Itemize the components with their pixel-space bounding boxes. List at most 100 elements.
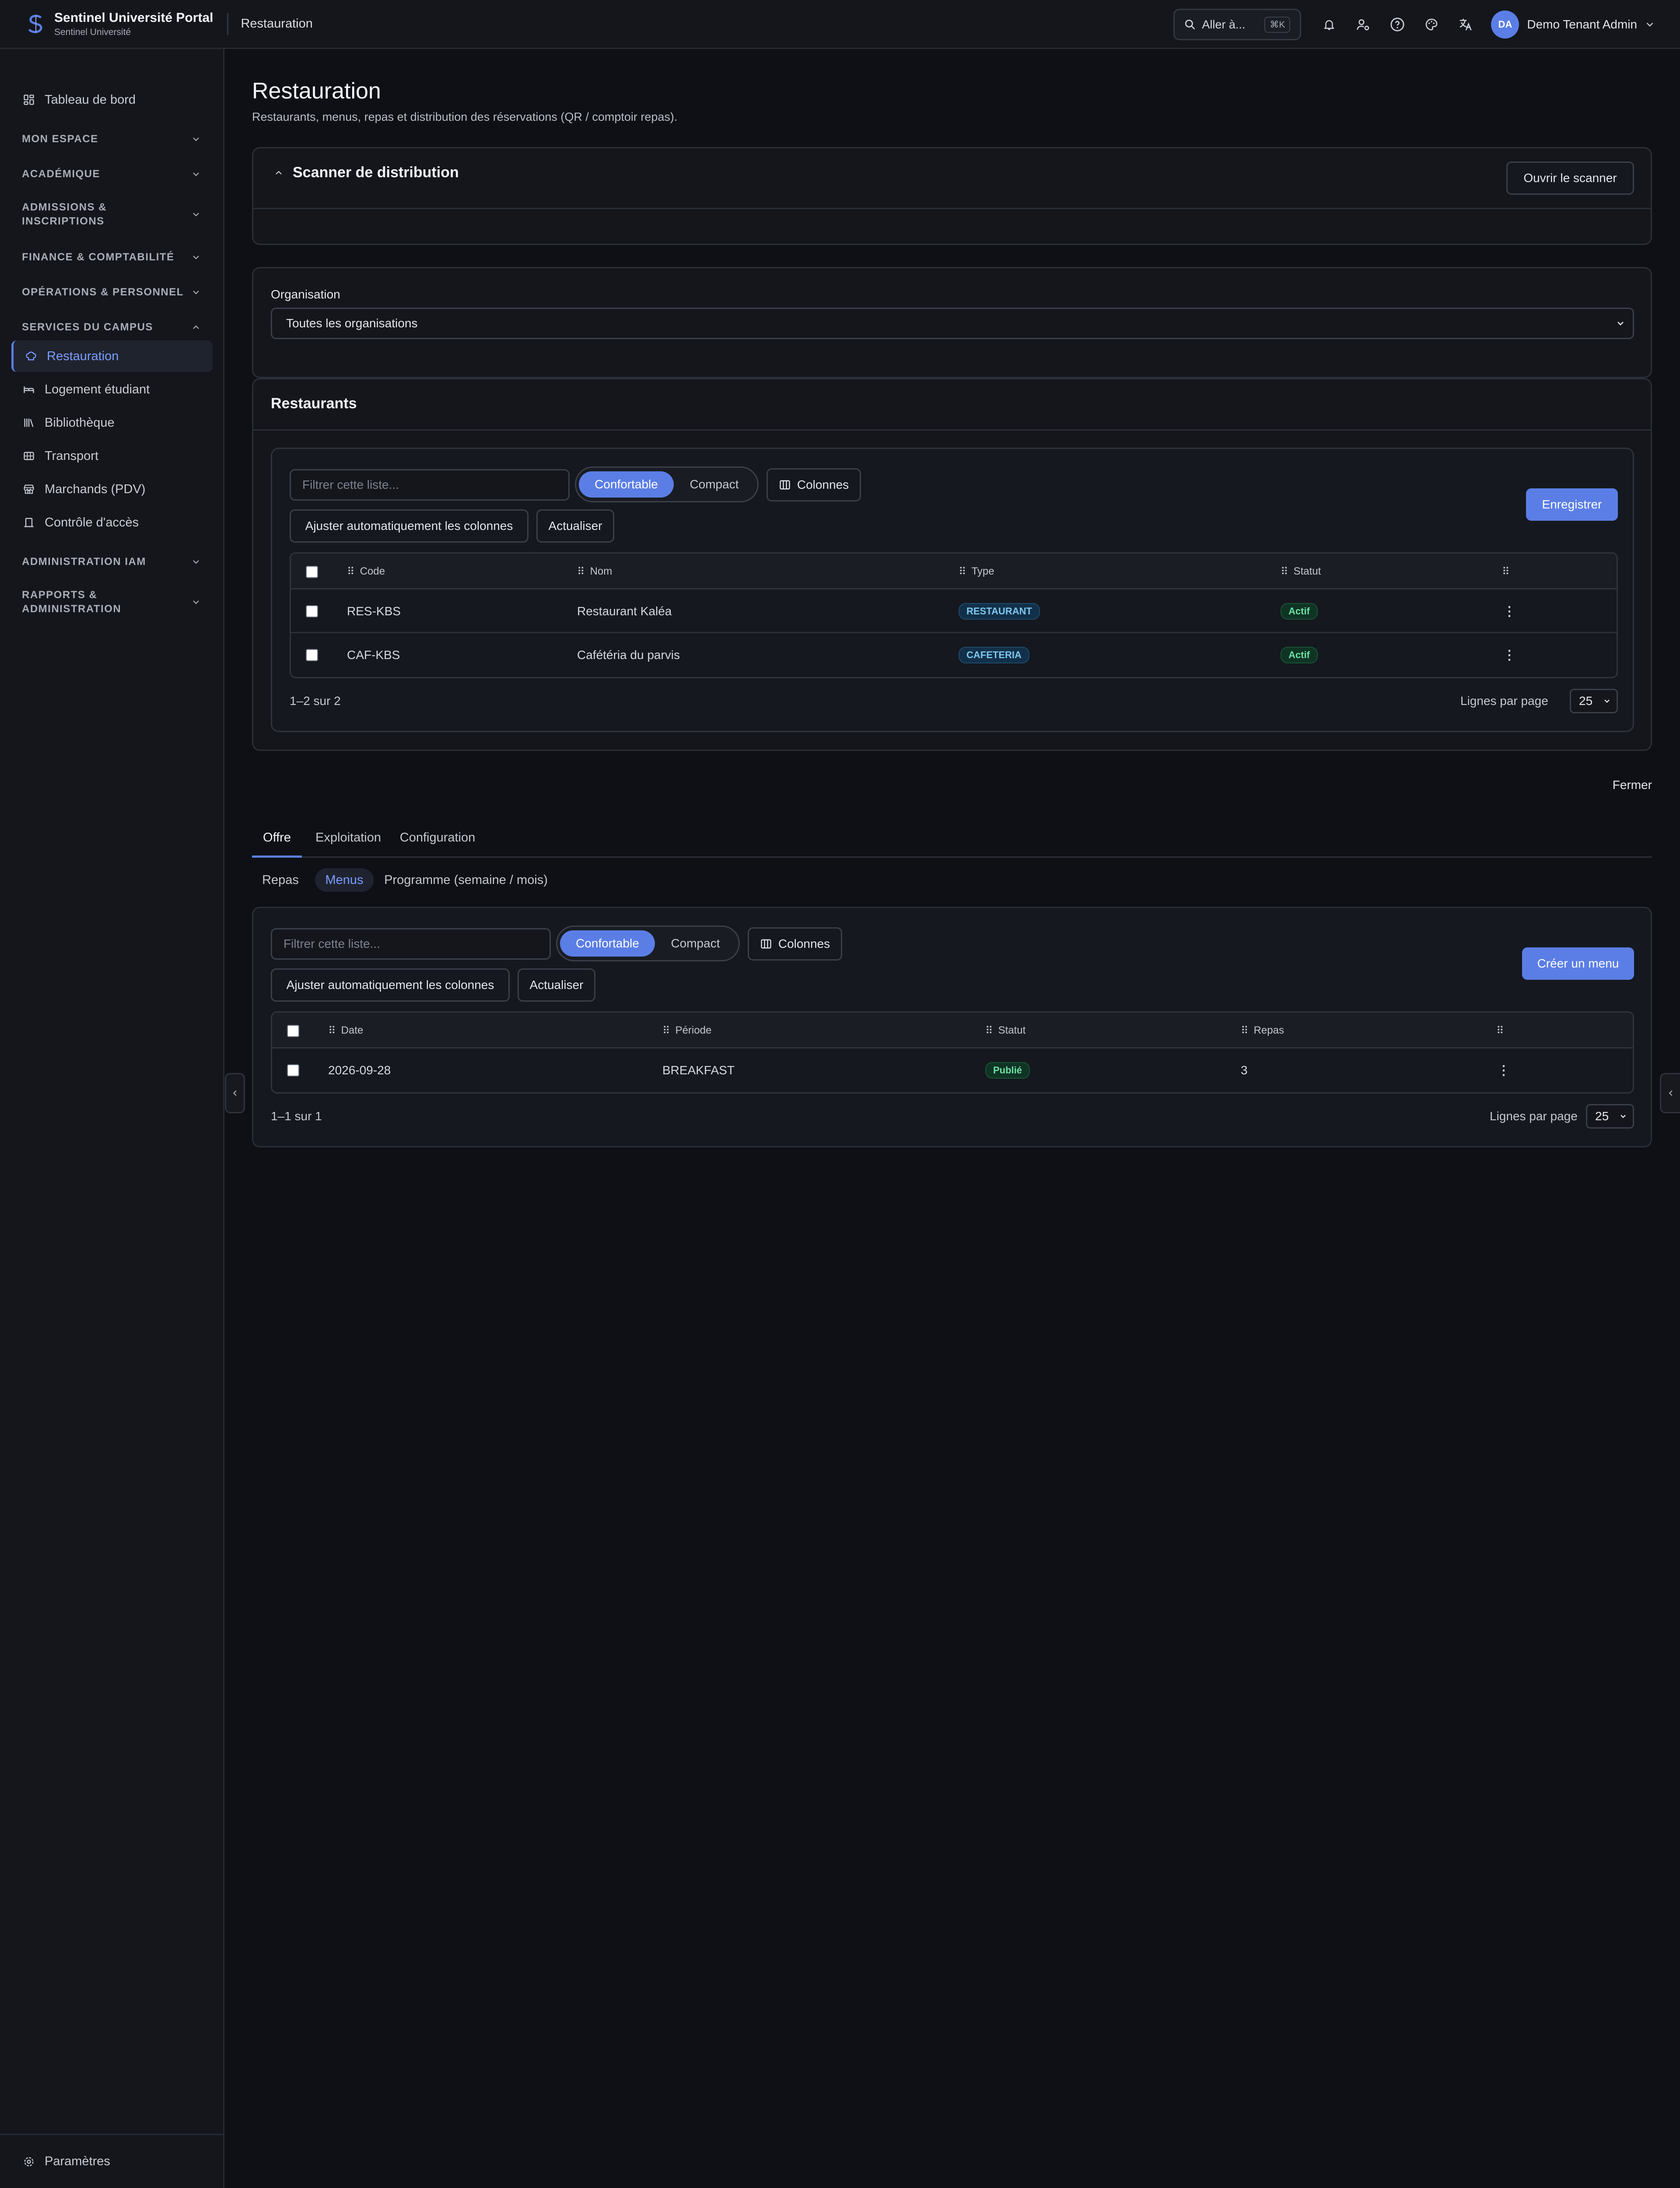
search-button[interactable]: Aller à... ⌘K: [1173, 9, 1302, 40]
sidebar-section-rapports[interactable]: RAPPORTS & ADMINISTRATION: [22, 588, 201, 616]
columns-label: Colonnes: [778, 937, 830, 950]
sidebar-item-bibliotheque[interactable]: Bibliothèque: [11, 407, 213, 438]
drag-handle-icon[interactable]: ⠿: [985, 1024, 993, 1037]
sidebar-collapse-button[interactable]: [225, 1073, 245, 1113]
sidebar-item-settings[interactable]: Paramètres: [0, 2134, 223, 2188]
row-actions-button[interactable]: ⋮: [1497, 1048, 1510, 1092]
column-header-date[interactable]: ⠿ Date: [328, 1013, 363, 1048]
chevron-down-icon: [193, 172, 199, 176]
autofit-columns-button[interactable]: Ajuster automatiquement les colonnes: [271, 968, 510, 1002]
notifications-button[interactable]: [1312, 8, 1346, 41]
columns-button[interactable]: Colonnes: [766, 468, 861, 501]
help-button[interactable]: [1381, 8, 1414, 41]
status-badge: Actif: [1281, 603, 1318, 620]
column-header-code[interactable]: ⠿ Code: [347, 554, 385, 589]
sidebar-section-services[interactable]: SERVICES DU CAMPUS: [22, 320, 201, 334]
subtab-programme[interactable]: Programme (semaine / mois): [380, 868, 552, 892]
sidebar-item-transport[interactable]: Transport: [11, 440, 213, 472]
sidebar-section-operations[interactable]: OPÉRATIONS & PERSONNEL: [22, 285, 201, 299]
sidebar-section-admissions[interactable]: ADMISSIONS & INSCRIPTIONS: [22, 200, 201, 228]
chevron-down-icon[interactable]: [1644, 19, 1656, 30]
open-scanner-button[interactable]: Ouvrir le scanner: [1506, 161, 1634, 195]
save-button[interactable]: Enregistrer: [1526, 488, 1618, 521]
cell-nom: Restaurant Kaléa: [577, 604, 672, 618]
density-comfortable-button[interactable]: Confortable: [579, 471, 674, 498]
sidebar-section-mon-espace[interactable]: MON ESPACE: [22, 132, 201, 146]
sidebar-item-dashboard[interactable]: Tableau de bord: [11, 84, 213, 116]
table-row[interactable]: 2026-09-28 BREAKFAST Publié 3 ⋮: [272, 1048, 1633, 1092]
column-header-nom[interactable]: ⠿ Nom: [577, 554, 612, 589]
column-header-label: Code: [360, 565, 385, 577]
sidebar-section-academique[interactable]: ACADÉMIQUE: [22, 167, 201, 181]
table-row[interactable]: RES-KBS Restaurant Kaléa RESTAURANT Acti…: [291, 589, 1617, 633]
refresh-button[interactable]: Actualiser: [518, 968, 595, 1002]
sidebar-item-controle[interactable]: Contrôle d'accès: [11, 507, 213, 538]
language-button[interactable]: [1449, 8, 1482, 41]
sidebar-item-restauration[interactable]: Restauration: [11, 340, 213, 372]
sidebar-item-label: Paramètres: [45, 2154, 110, 2168]
density-compact-button[interactable]: Compact: [674, 471, 755, 498]
density-compact-button[interactable]: Compact: [655, 930, 736, 957]
subtab-menus[interactable]: Menus: [315, 868, 374, 892]
drag-handle-icon[interactable]: ⠿: [347, 565, 355, 578]
select-all-checkbox[interactable]: [287, 1025, 299, 1037]
tab-offre[interactable]: Offre: [252, 831, 302, 858]
row-checkbox[interactable]: [287, 1064, 299, 1076]
column-header-statut[interactable]: ⠿ Statut: [1281, 554, 1321, 589]
user-settings-button[interactable]: [1347, 8, 1380, 41]
drag-handle-icon[interactable]: ⠿: [1496, 1024, 1504, 1037]
drag-handle-icon[interactable]: ⠿: [1281, 565, 1288, 578]
drag-handle-icon[interactable]: ⠿: [577, 565, 585, 578]
section-label: ADMINISTRATION IAM: [22, 556, 146, 568]
drag-handle-icon[interactable]: ⠿: [1241, 1024, 1249, 1037]
column-header-periode[interactable]: ⠿ Période: [662, 1013, 711, 1048]
chevron-down-icon: [193, 291, 199, 295]
sidebar-item-marchands[interactable]: Marchands (PDV): [11, 473, 213, 505]
tab-exploitation[interactable]: Exploitation: [311, 831, 386, 858]
row-checkbox[interactable]: [306, 605, 318, 617]
table-row[interactable]: CAF-KBS Cafétéria du parvis CAFETERIA Ac…: [291, 633, 1617, 677]
subtab-repas[interactable]: Repas: [252, 868, 309, 892]
column-header-repas[interactable]: ⠿ Repas: [1241, 1013, 1284, 1048]
filter-input[interactable]: Filtrer cette liste...: [271, 928, 551, 960]
row-actions-button[interactable]: ⋮: [1503, 589, 1516, 633]
filter-input[interactable]: Filtrer cette liste...: [290, 469, 570, 501]
rows-per-page-select[interactable]: 25: [1586, 1104, 1634, 1129]
chevron-up-icon: [193, 325, 199, 329]
drag-handle-icon[interactable]: ⠿: [1502, 565, 1510, 578]
column-header-statut[interactable]: ⠿ Statut: [985, 1013, 1026, 1048]
autofit-columns-button[interactable]: Ajuster automatiquement les colonnes: [290, 509, 528, 543]
refresh-button[interactable]: Actualiser: [536, 509, 614, 543]
theme-button[interactable]: [1415, 8, 1448, 41]
sidebar-section-iam[interactable]: ADMINISTRATION IAM: [22, 555, 201, 569]
close-button[interactable]: Fermer: [1613, 778, 1652, 792]
row-actions-button[interactable]: ⋮: [1503, 633, 1516, 677]
more-vertical-icon: ⋮: [1503, 604, 1516, 619]
drag-handle-icon[interactable]: ⠿: [959, 565, 966, 578]
density-toggle: Confortable Compact: [575, 466, 759, 502]
sidebar-section-finance[interactable]: FINANCE & COMPTABILITÉ: [22, 250, 201, 264]
cell-repas: 3: [1241, 1063, 1248, 1077]
column-actions-header[interactable]: ⠿: [1502, 554, 1515, 589]
columns-label: Colonnes: [797, 478, 849, 491]
sidebar-item-logement[interactable]: Logement étudiant: [11, 374, 213, 405]
create-menu-button[interactable]: Créer un menu: [1522, 947, 1634, 980]
columns-button[interactable]: Colonnes: [748, 927, 842, 961]
user-cog-icon: [1357, 19, 1369, 31]
density-comfortable-button[interactable]: Confortable: [560, 930, 655, 957]
drag-handle-icon[interactable]: ⠿: [662, 1024, 670, 1037]
scanner-toggle[interactable]: Scanner de distribution: [273, 164, 459, 181]
right-panel-expand-button[interactable]: [1660, 1073, 1680, 1113]
organisation-select[interactable]: Toutes les organisations: [271, 308, 1634, 339]
rows-per-page-select[interactable]: 25: [1570, 689, 1618, 713]
drag-handle-icon[interactable]: ⠿: [328, 1024, 336, 1037]
user-menu-name[interactable]: Demo Tenant Admin: [1527, 18, 1637, 32]
brand[interactable]: Sentinel Université Portal Sentinel Univ…: [24, 11, 213, 38]
row-checkbox[interactable]: [306, 649, 318, 661]
column-actions-header[interactable]: ⠿: [1496, 1013, 1509, 1048]
type-badge: RESTAURANT: [959, 603, 1040, 620]
select-all-checkbox[interactable]: [306, 566, 318, 578]
avatar[interactable]: DA: [1491, 11, 1519, 39]
column-header-type[interactable]: ⠿ Type: [959, 554, 994, 589]
tab-configuration[interactable]: Configuration: [395, 831, 480, 858]
